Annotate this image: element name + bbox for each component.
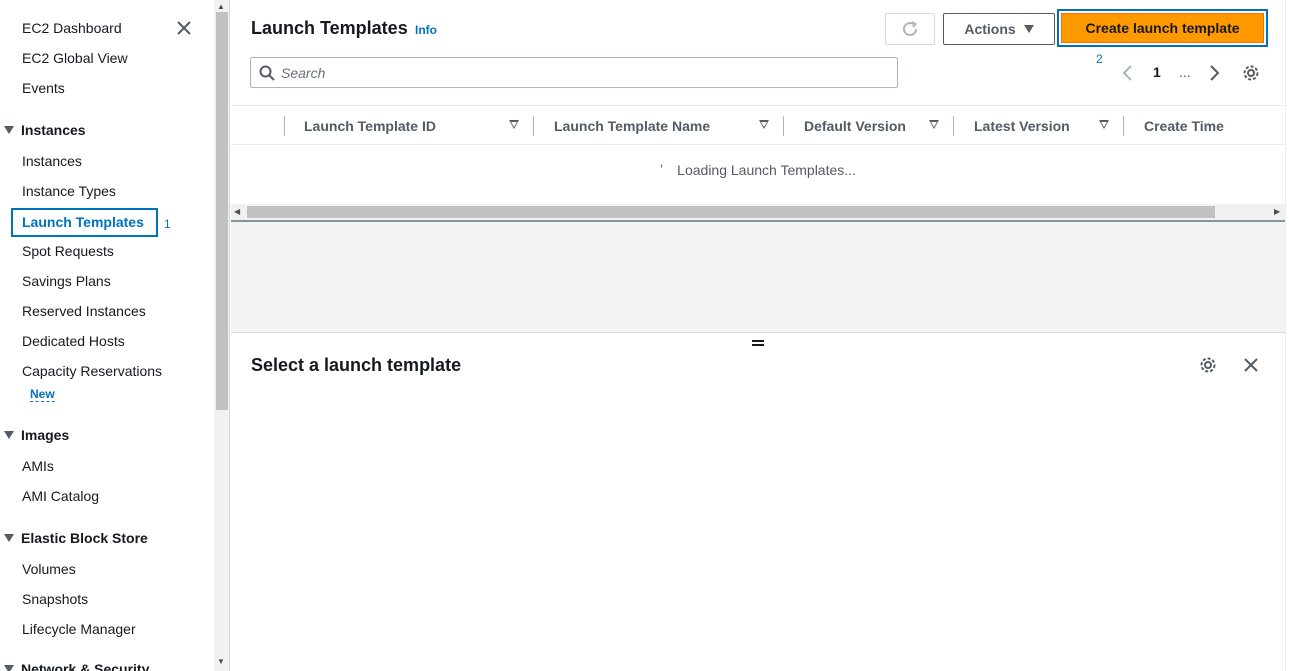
actions-label: Actions	[964, 21, 1016, 37]
column-header-create-time[interactable]: Create Time	[1144, 118, 1224, 134]
nav-savings-plans[interactable]: Savings Plans	[22, 273, 111, 289]
nav-events[interactable]: Events	[22, 80, 65, 96]
nav-spot-requests[interactable]: Spot Requests	[22, 243, 114, 259]
table-empty-area	[231, 220, 1285, 333]
section-images[interactable]: Images	[4, 427, 69, 443]
section-label: Network & Security	[21, 661, 150, 671]
sort-icon[interactable]	[929, 120, 939, 129]
sort-icon[interactable]	[759, 120, 769, 129]
column-divider[interactable]	[783, 116, 784, 136]
column-divider[interactable]	[1123, 116, 1124, 136]
gear-icon[interactable]	[1199, 356, 1217, 374]
horizontal-scrollbar[interactable]: ◀ ▶	[231, 204, 1285, 220]
chevron-right-icon[interactable]	[1209, 64, 1221, 82]
column-divider[interactable]	[533, 116, 534, 136]
nav-lifecycle-manager[interactable]: Lifecycle Manager	[22, 621, 136, 637]
main-content: Launch Templates Info Actions Create lau…	[231, 0, 1285, 671]
caret-down-icon	[4, 665, 14, 671]
nav-ec2-global-view[interactable]: EC2 Global View	[22, 50, 128, 66]
scroll-up-arrow-icon[interactable]: ▲	[217, 2, 225, 11]
nav-volumes[interactable]: Volumes	[22, 561, 76, 577]
loading-indicator: ʼ Loading Launch Templates...	[231, 162, 1285, 178]
column-header-launch-template-name[interactable]: Launch Template Name	[554, 118, 710, 134]
nav-ec2-dashboard[interactable]: EC2 Dashboard	[22, 20, 122, 36]
scroll-right-arrow-icon[interactable]: ▶	[1274, 207, 1280, 216]
spinner-icon: ʼ	[660, 162, 664, 178]
column-divider[interactable]	[953, 116, 954, 136]
page-number[interactable]: 1	[1153, 64, 1161, 80]
actions-dropdown-button[interactable]: Actions	[943, 13, 1055, 45]
loading-text: Loading Launch Templates...	[677, 162, 856, 178]
caret-down-icon	[4, 534, 14, 542]
section-label: Instances	[21, 122, 86, 138]
refresh-button[interactable]	[885, 13, 935, 45]
caret-down-icon	[4, 126, 14, 134]
page-title: Launch Templates	[251, 18, 408, 38]
split-panel-resize-handle[interactable]	[752, 340, 764, 346]
column-header-latest-version[interactable]: Latest Version	[974, 118, 1070, 134]
refresh-icon	[903, 21, 918, 37]
nav-snapshots[interactable]: Snapshots	[22, 591, 88, 607]
nav-instance-types[interactable]: Instance Types	[22, 183, 116, 199]
nav-launch-templates[interactable]: Launch Templates	[22, 214, 144, 230]
side-navigation: EC2 Dashboard EC2 Global View Events Ins…	[0, 0, 214, 671]
scroll-left-arrow-icon[interactable]: ◀	[234, 207, 240, 216]
section-label: Images	[21, 427, 70, 443]
sort-icon[interactable]	[509, 120, 519, 129]
caret-down-icon	[1023, 25, 1034, 33]
close-icon[interactable]	[1243, 357, 1259, 373]
horizontal-scrollbar-thumb[interactable]	[247, 206, 1215, 218]
column-divider[interactable]	[284, 116, 285, 136]
scroll-down-arrow-icon[interactable]: ▼	[217, 657, 225, 666]
nav-ami-catalog[interactable]: AMI Catalog	[22, 488, 99, 504]
search-field[interactable]	[250, 57, 898, 88]
caret-down-icon	[4, 431, 14, 439]
section-network-security[interactable]: Network & Security	[4, 661, 149, 671]
table-header: Launch Template ID Launch Template Name …	[231, 105, 1285, 145]
chevron-left-icon[interactable]	[1121, 64, 1133, 82]
step-marker-1: 1	[164, 217, 171, 231]
split-panel-title: Select a launch template	[251, 355, 462, 375]
section-elastic-block-store[interactable]: Elastic Block Store	[4, 530, 148, 546]
section-instances[interactable]: Instances	[4, 122, 86, 138]
search-input[interactable]	[281, 63, 881, 83]
right-edge-border	[1285, 0, 1289, 671]
section-label: Elastic Block Store	[21, 530, 148, 546]
search-icon	[259, 65, 275, 81]
sort-icon[interactable]	[1099, 120, 1109, 129]
page-ellipsis: ...	[1179, 64, 1191, 80]
gear-icon[interactable]	[1242, 64, 1260, 82]
nav-amis[interactable]: AMIs	[22, 458, 54, 474]
create-launch-template-button[interactable]: Create launch template	[1061, 13, 1264, 43]
nav-dedicated-hosts[interactable]: Dedicated Hosts	[22, 333, 125, 349]
nav-instances[interactable]: Instances	[22, 153, 82, 169]
nav-capacity-reservations[interactable]: Capacity Reservations	[22, 363, 162, 379]
step-marker-2: 2	[1096, 52, 1103, 66]
column-header-launch-template-id[interactable]: Launch Template ID	[304, 118, 436, 134]
sidebar-scrollbar-thumb[interactable]	[216, 12, 228, 410]
close-icon[interactable]	[176, 20, 192, 36]
column-header-default-version[interactable]: Default Version	[804, 118, 906, 134]
nav-reserved-instances[interactable]: Reserved Instances	[22, 303, 146, 319]
new-badge: New	[30, 387, 55, 402]
info-link[interactable]: Info	[415, 23, 437, 37]
